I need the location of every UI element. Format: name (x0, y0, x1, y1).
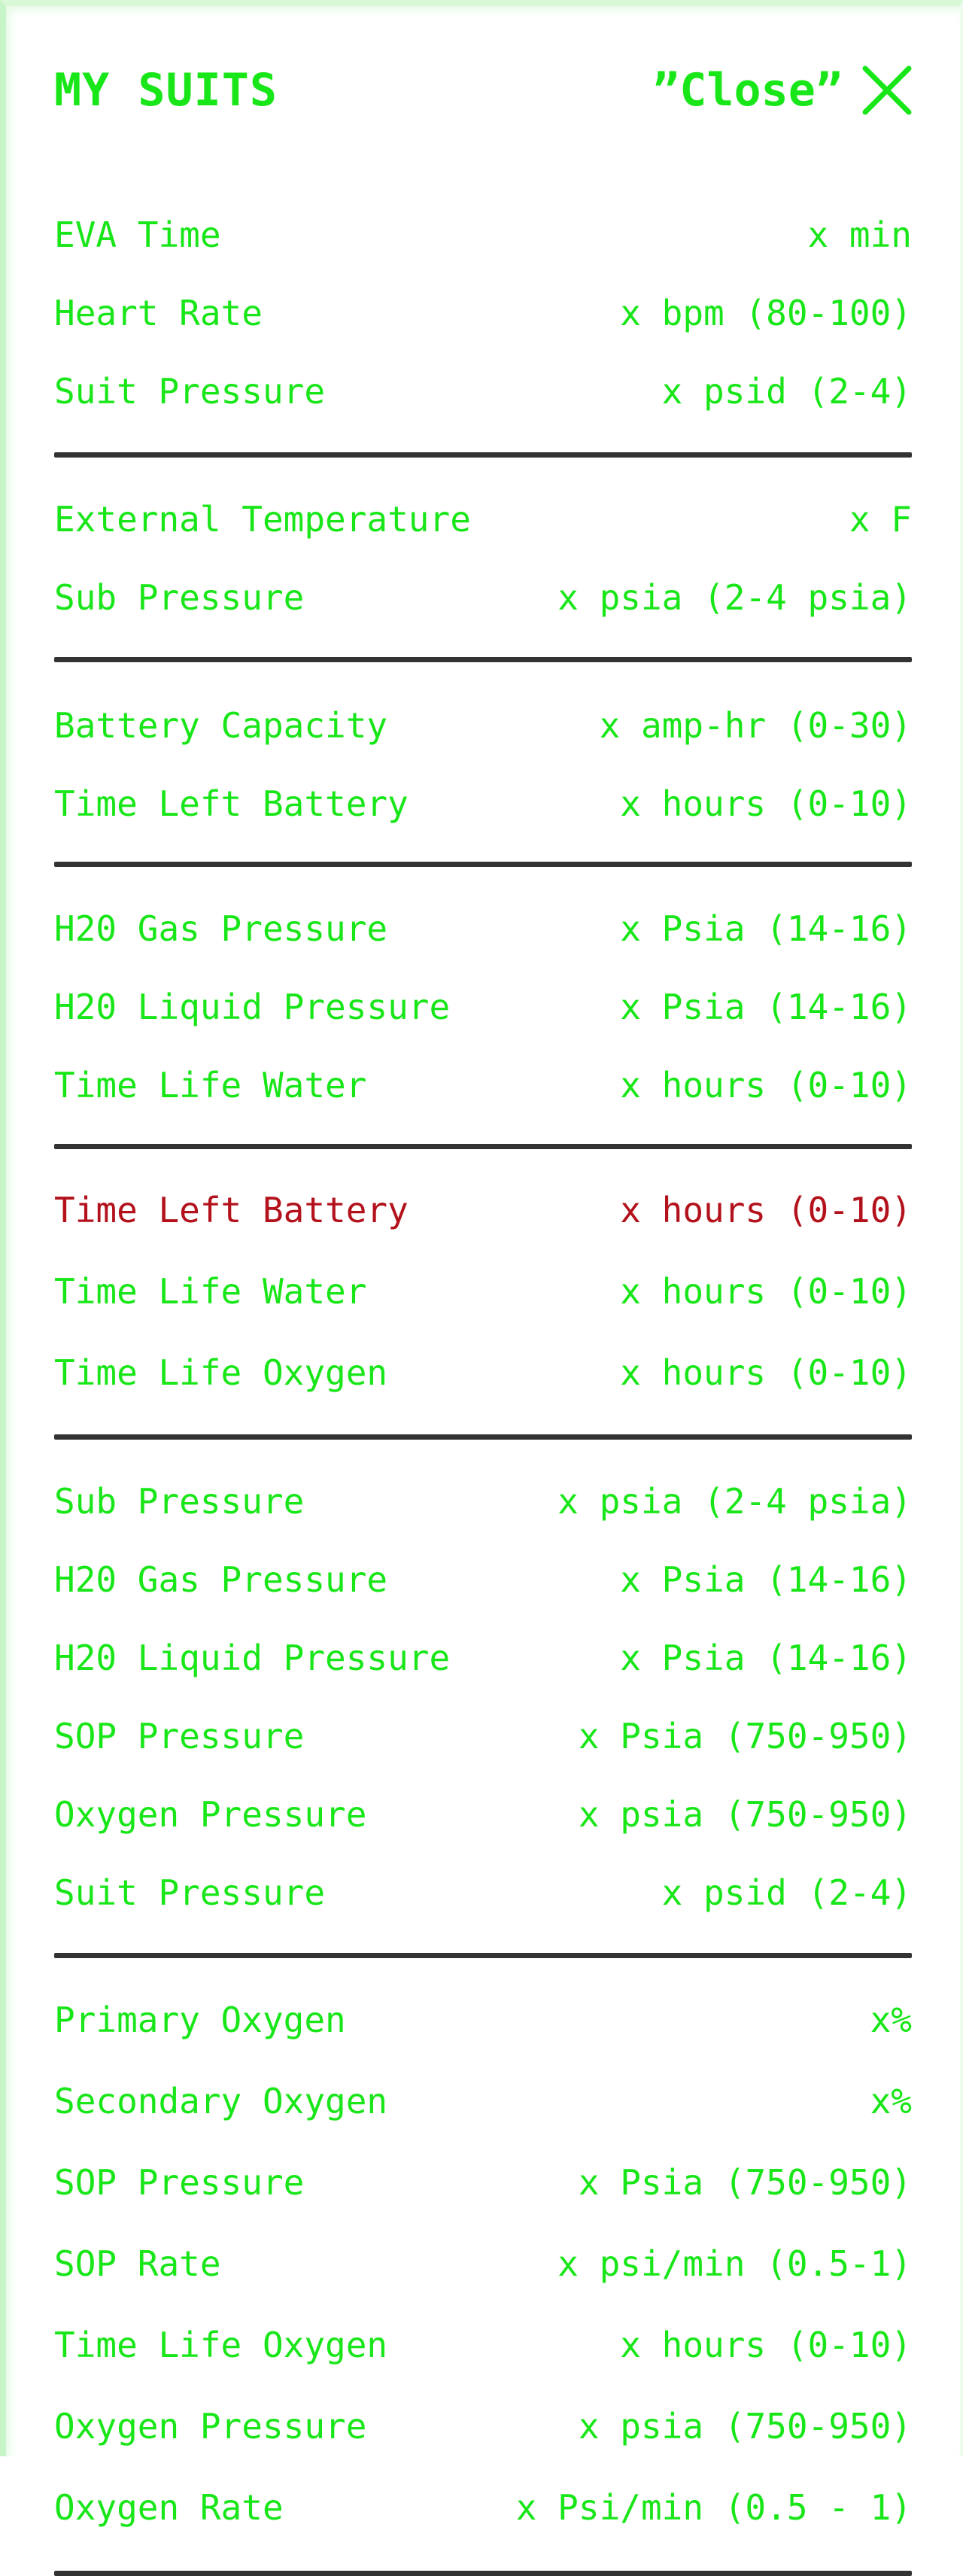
readout-value: x% (870, 2081, 912, 2121)
readout-value: x psid (2-4) (661, 371, 912, 412)
section-5: Time Left Battery x hours (0-10) Time Life… (54, 1149, 912, 1440)
section-divider (54, 452, 912, 458)
readout-row: Oxygen Pressure x psia (750-950) (54, 2386, 912, 2467)
readout-label: SOP Pressure (54, 2162, 305, 2203)
readout-label: Oxygen Rate (54, 2487, 284, 2528)
section-divider (54, 1434, 912, 1440)
section-7: Primary Oxygen x% Secondary Oxygen x% SOP Pr… (54, 1958, 912, 2576)
readout-value: x min (807, 214, 912, 255)
section-3: Battery Capacity x amp-hr (0-30) Time Left… (54, 662, 912, 867)
readout-label: H20 Gas Pressure (54, 908, 388, 949)
section-1: EVA Time x min Heart Rate x bpm (80-100) Sui… (54, 196, 912, 458)
readout-value: x hours (0-10) (620, 1065, 912, 1106)
readout-value: x Psia (750-950) (578, 1716, 912, 1756)
readout-label: EVA Time (54, 214, 221, 255)
readout-value: x psi/min (0.5-1) (557, 2243, 912, 2284)
readout-row: Time Life Water x hours (0-10) (54, 1046, 912, 1124)
readout-row: External Temperature x F (54, 480, 912, 558)
readout-label: Secondary Oxygen (54, 2081, 388, 2121)
readout-label: Time Life Water (54, 1271, 367, 1312)
readout-label: Time Life Water (54, 1065, 367, 1106)
readout-label: Primary Oxygen (54, 2000, 346, 2040)
readout-row: SOP Rate x psi/min (0.5-1) (54, 2223, 912, 2304)
readout-value: x Psi/min (0.5 - 1) (515, 2487, 912, 2528)
readout-label: Suit Pressure (54, 371, 326, 412)
readout-label: External Temperature (54, 499, 471, 540)
readout-row: Secondary Oxygen x% (54, 2060, 912, 2142)
section-2: External Temperature x F Sub Pressure x psi… (54, 458, 912, 662)
readout-value: x Psia (14-16) (620, 1638, 912, 1678)
readout-row: Suit Pressure x psid (2-4) (54, 352, 912, 430)
section-6: Sub Pressure x psia (2-4 psia) H20 Gas Pre… (54, 1440, 912, 1958)
readout-value: x psia (2-4 psia) (557, 1481, 912, 1522)
readout-row: Oxygen Rate x Psi/min (0.5 - 1) (54, 2467, 912, 2548)
readout-value: x Psia (14-16) (620, 987, 912, 1027)
readout-label: Oxygen Pressure (54, 2406, 367, 2447)
readout-label: Time Left Battery (54, 783, 409, 824)
readout-row: Sub Pressure x psia (2-4 psia) (54, 558, 912, 637)
section-divider (54, 862, 912, 867)
readout-label: Heart Rate (54, 293, 263, 333)
section-divider (54, 657, 912, 662)
readout-row: Heart Rate x bpm (80-100) (54, 274, 912, 352)
page-title: MY SUITS (54, 64, 278, 117)
readout-value: x psia (2-4 psia) (557, 577, 912, 618)
suits-panel: MY SUITS ”Close” EVA Time x min Heart Rate… (0, 0, 963, 2576)
readout-label: H20 Liquid Pressure (54, 987, 451, 1027)
readout-value: x% (870, 2000, 912, 2040)
readout-row: Battery Capacity x amp-hr (0-30) (54, 686, 912, 765)
readout-value: x hours (0-10) (620, 783, 912, 824)
readout-label: Time Life Oxygen (54, 2325, 388, 2365)
readout-row: Primary Oxygen x% (54, 1979, 912, 2060)
readout-row: Oxygen Pressure x psia (750-950) (54, 1775, 912, 1854)
section-divider (54, 1953, 912, 1958)
readout-value: x bpm (80-100) (620, 293, 912, 333)
readout-value: x psid (2-4) (661, 1872, 912, 1913)
readout-row: Time Left Battery x hours (0-10) (54, 1169, 912, 1251)
section-4: H20 Gas Pressure x Psia (14-16) H20 Liquid… (54, 867, 912, 1149)
readout-row: Time Life Water x hours (0-10) (54, 1251, 912, 1332)
readout-row: H20 Liquid Pressure x Psia (14-16) (54, 1619, 912, 1697)
close-button[interactable]: ”Close” (652, 64, 912, 117)
readout-value: x hours (0-10) (620, 1352, 912, 1393)
readout-row: SOP Pressure x Psia (750-950) (54, 1697, 912, 1775)
readout-value: x psia (750-950) (578, 1794, 912, 1835)
readout-row: SOP Pressure x Psia (750-950) (54, 2142, 912, 2223)
readout-label: Time Life Oxygen (54, 1352, 388, 1393)
readout-label: Sub Pressure (54, 1481, 305, 1522)
readout-value: x Psia (750-950) (578, 2162, 912, 2203)
readout-value: x Psia (14-16) (620, 908, 912, 949)
readout-label: H20 Gas Pressure (54, 1559, 388, 1600)
readout-label: H20 Liquid Pressure (54, 1638, 451, 1678)
readout-value: x hours (0-10) (620, 1190, 912, 1230)
readout-row: H20 Gas Pressure x Psia (14-16) (54, 890, 912, 968)
readout-value: x psia (750-950) (578, 2406, 912, 2447)
readout-label: Time Left Battery (54, 1190, 409, 1230)
section-divider (54, 2571, 912, 2576)
panel-header: MY SUITS ”Close” (54, 53, 912, 128)
readout-row: H20 Gas Pressure x Psia (14-16) (54, 1540, 912, 1619)
readout-value: x hours (0-10) (620, 1271, 912, 1312)
readout-value: x F (849, 499, 912, 540)
close-icon (862, 65, 912, 115)
readout-label: SOP Rate (54, 2243, 221, 2284)
readout-value: x amp-hr (0-30) (599, 705, 912, 746)
readout-value: x Psia (14-16) (620, 1559, 912, 1600)
readout-label: Oxygen Pressure (54, 1794, 367, 1835)
readout-row: Time Life Oxygen x hours (0-10) (54, 1332, 912, 1413)
section-divider (54, 1144, 912, 1149)
close-label: ”Close” (652, 64, 843, 117)
readout-row: EVA Time x min (54, 196, 912, 274)
readout-row: Suit Pressure x psid (2-4) (54, 1854, 912, 1932)
telemetry-list: EVA Time x min Heart Rate x bpm (80-100) Sui… (54, 196, 912, 2576)
readout-row: H20 Liquid Pressure x Psia (14-16) (54, 968, 912, 1046)
readout-row: Sub Pressure x psia (2-4 psia) (54, 1462, 912, 1540)
readout-value: x hours (0-10) (620, 2325, 912, 2365)
readout-row: Time Life Oxygen x hours (0-10) (54, 2304, 912, 2386)
readout-label: SOP Pressure (54, 1716, 305, 1756)
readout-label: Suit Pressure (54, 1872, 326, 1913)
readout-label: Sub Pressure (54, 577, 305, 618)
readout-label: Battery Capacity (54, 705, 388, 746)
readout-row: Time Left Battery x hours (0-10) (54, 765, 912, 843)
